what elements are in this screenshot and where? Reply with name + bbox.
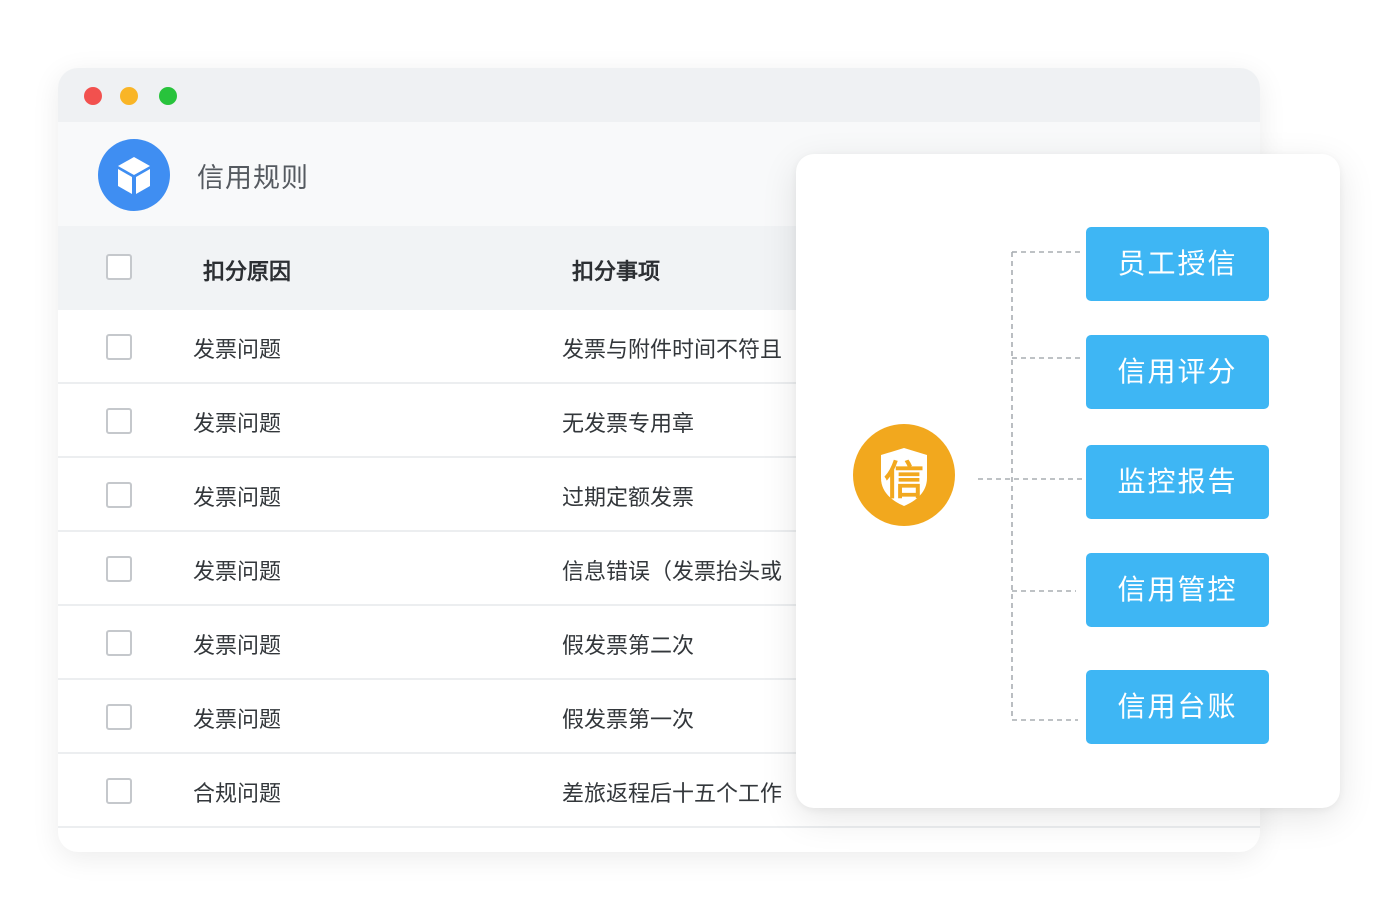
cell-reason: 发票问题 [193,708,282,733]
maximize-window-button[interactable] [159,87,177,105]
credit-feature-card: 信 员工授信 信用评分 监控报告 信用管控 信用台账 [796,154,1340,808]
cell-reason: 发票问题 [193,560,282,585]
close-window-button[interactable] [84,87,102,105]
cell-item: 信息错误（发票抬头或 [562,560,783,585]
row-checkbox[interactable] [106,778,132,804]
window-titlebar [58,68,1260,122]
credit-control-button[interactable]: 信用管控 [1086,553,1269,627]
row-checkbox[interactable] [106,334,132,360]
row-checkbox[interactable] [106,408,132,434]
cell-item: 差旅返程后十五个工作 [562,782,783,807]
cell-item: 无发票专用章 [562,412,695,437]
column-header-reason: 扣分原因 [203,260,292,285]
cell-item: 过期定额发票 [562,486,695,511]
cube-icon [118,157,150,194]
employee-credit-button[interactable]: 员工授信 [1086,227,1269,301]
minimize-window-button[interactable] [120,87,138,105]
cell-item: 假发票第二次 [562,634,695,659]
row-checkbox[interactable] [106,482,132,508]
cell-reason: 发票问题 [193,338,282,363]
row-checkbox[interactable] [106,704,132,730]
cell-item: 发票与附件时间不符且 [562,338,783,363]
cell-reason: 合规问题 [193,782,282,807]
cell-reason: 发票问题 [193,412,282,437]
monitoring-report-button[interactable]: 监控报告 [1086,445,1269,519]
credit-ledger-button[interactable]: 信用台账 [1086,670,1269,744]
cell-item: 假发票第一次 [562,708,695,733]
stage: 信用规则 扣分原因 扣分事项 发票问题 发票与附件时间不符且 发票问题 无发票专… [0,0,1400,900]
row-checkbox[interactable] [106,556,132,582]
badge-text: 信 [884,458,924,504]
credit-score-button[interactable]: 信用评分 [1086,335,1269,409]
cell-reason: 发票问题 [193,634,282,659]
credit-badge: 信 [853,424,955,526]
page-title: 信用规则 [197,163,309,194]
app-logo [98,139,170,211]
column-header-item: 扣分事项 [572,260,661,285]
cell-reason: 发票问题 [193,486,282,511]
select-all-checkbox[interactable] [106,254,132,280]
row-checkbox[interactable] [106,630,132,656]
